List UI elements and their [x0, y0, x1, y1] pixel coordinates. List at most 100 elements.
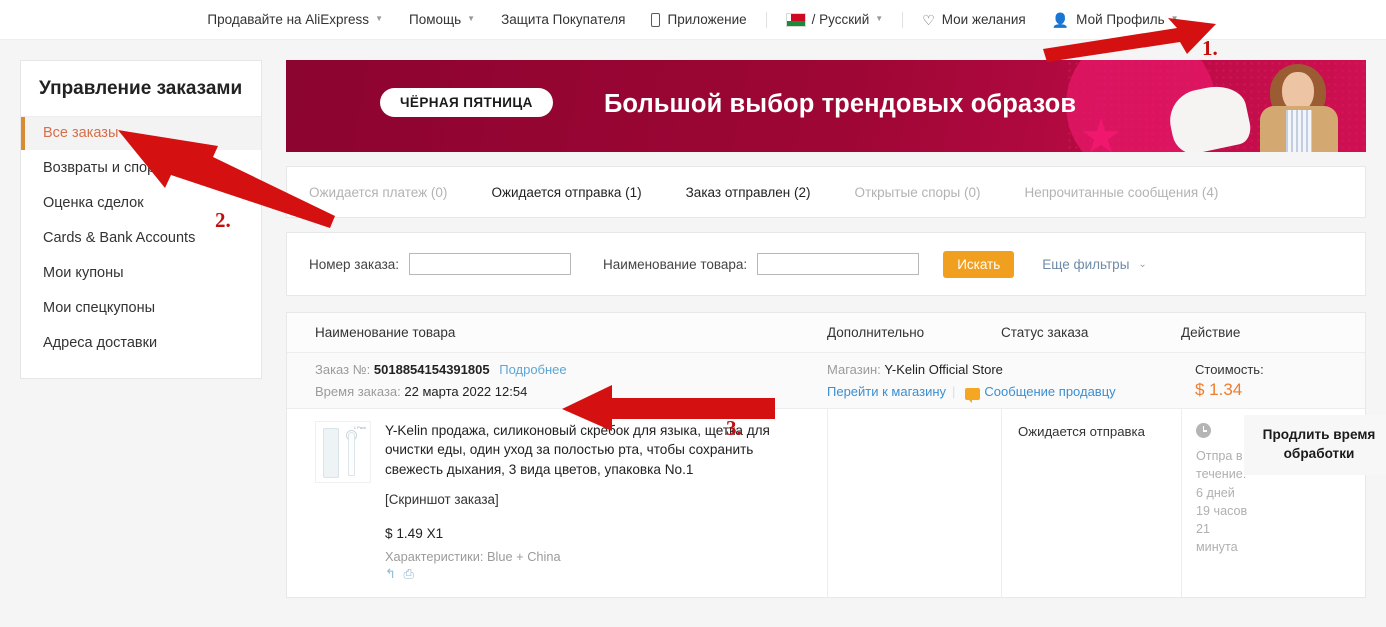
chevron-down-icon: ▼: [375, 14, 383, 23]
order-details-link[interactable]: Подробнее: [499, 362, 566, 377]
sidebar-item-label: Оценка сделок: [43, 195, 144, 211]
order-status-cell: Ожидается отправка: [1001, 409, 1181, 598]
product-price-qty: $ 1.49 X1: [385, 526, 807, 541]
column-header-action: Действие: [1181, 325, 1365, 340]
store-actions: Перейти к магазину | Сообщение продавцу: [827, 384, 1181, 399]
sidebar-item-label: Мои купоны: [43, 265, 124, 281]
annotation-number-3: 3.: [726, 416, 742, 441]
product-name-input[interactable]: [757, 253, 919, 275]
person-icon: 👤: [1052, 13, 1069, 27]
message-icon: [965, 388, 980, 400]
ship-within-text: Отпра в течение: 6 дней 19 часов 21 мину…: [1196, 447, 1248, 557]
nav-help[interactable]: Помощь ▼: [396, 0, 488, 40]
sidebar-item-label: Все заказы: [43, 125, 118, 141]
order-screenshot-note: [Скриншот заказа]: [385, 492, 807, 507]
chevron-down-icon: ▼: [467, 14, 475, 23]
top-navigation-bar: Продавайте на AliExpress ▼ Помощь ▼ Защи…: [0, 0, 1386, 40]
store-name: Y-Kelin Official Store: [884, 362, 1003, 377]
nav-label: Защита Покупателя: [501, 12, 625, 27]
search-button[interactable]: Искать: [943, 251, 1014, 278]
sidebar-item-my-seller-coupons[interactable]: Мои спецкупоны: [21, 292, 261, 325]
nav-label: Продавайте на AliExpress: [207, 12, 369, 27]
banner-model-image: [1252, 60, 1344, 152]
go-to-store-link[interactable]: Перейти к магазину: [827, 384, 946, 399]
order-time-value: 22 марта 2022 12:54: [404, 384, 527, 399]
more-filters-toggle[interactable]: Еще фильтры ⌄: [1042, 257, 1147, 272]
nav-label: Мой Профиль: [1076, 12, 1164, 27]
nav-my-profile[interactable]: 👤 Мой Профиль ▼: [1039, 0, 1192, 40]
clock-icon: [1196, 423, 1211, 438]
product-action-icons[interactable]: ↰ ⎙: [385, 566, 807, 582]
thumbnail-label: 1 Pack: [354, 425, 366, 430]
nav-divider: [766, 12, 767, 28]
nav-label: / Русский: [812, 12, 870, 27]
order-number-value: 5018854154391805: [374, 362, 490, 377]
sidebar-title: Управление заказами: [21, 61, 261, 106]
nav-buyer-protection[interactable]: Защита Покупателя: [488, 0, 638, 40]
order-time-line: Время заказа: 22 марта 2022 12:54: [315, 384, 827, 399]
product-name-label: Наименование товара:: [603, 257, 747, 272]
order-number-label: Номер заказа:: [309, 257, 399, 272]
order-meta-row: Заказ №: 5018854154391805 Подробнее Врем…: [287, 353, 1365, 409]
product-title[interactable]: Y-Kelin продажа, силиконовый скребок для…: [385, 421, 807, 479]
sidebar-item-label: Cards & Bank Accounts: [43, 230, 195, 246]
order-time-label: Время заказа:: [315, 384, 401, 399]
order-number-line: Заказ №: 5018854154391805 Подробнее: [315, 362, 827, 377]
column-header-product: Наименование товара: [287, 325, 827, 340]
extra-cell: [827, 409, 1001, 598]
sidebar-item-label: Возвраты и споры: [43, 160, 166, 176]
order-number-label: Заказ №:: [315, 362, 370, 377]
nav-divider: [902, 12, 903, 28]
nav-language-selector[interactable]: / Русский ▼: [773, 0, 897, 40]
black-friday-badge: ЧЁРНАЯ ПЯТНИЦА: [380, 88, 553, 117]
store-line: Магазин: Y-Kelin Official Store: [827, 362, 1181, 377]
banner-headline: Большой выбор трендовых образов: [604, 90, 1076, 119]
filter-bar: Номер заказа: Наименование товара: Искат…: [286, 232, 1366, 296]
extend-processing-time-button[interactable]: Продлить время обработки: [1244, 415, 1386, 475]
nav-wishlist[interactable]: ♡ Мои желания: [909, 0, 1039, 40]
product-thumbnail[interactable]: 1 Pack: [315, 421, 371, 483]
order-body-row: 1 Pack Y-Kelin продажа, силиконовый скре…: [287, 409, 1365, 598]
more-filters-label: Еще фильтры: [1042, 257, 1129, 272]
chevron-down-icon: ▼: [875, 14, 883, 23]
column-header-extra: Дополнительно: [827, 325, 1001, 340]
heart-icon: ♡: [922, 13, 935, 27]
nav-sell-on-aliexpress[interactable]: Продавайте на AliExpress ▼: [194, 0, 396, 40]
tab-open-disputes[interactable]: Открытые споры (0): [833, 185, 1003, 200]
nav-label: Помощь: [409, 12, 461, 27]
chevron-down-icon: ▼: [1171, 14, 1179, 23]
phone-icon: [651, 13, 660, 27]
promo-banner[interactable]: ЧЁРНАЯ ПЯТНИЦА Большой выбор трендовых о…: [286, 60, 1366, 152]
sidebar-item-label: Мои спецкупоны: [43, 300, 155, 316]
tab-unread-messages[interactable]: Непрочитанные сообщения (4): [1002, 185, 1240, 200]
order-number-input[interactable]: [409, 253, 571, 275]
sidebar-item-shipping-addresses[interactable]: Адреса доставки: [21, 327, 261, 360]
sidebar-item-label: Адреса доставки: [43, 335, 157, 351]
flag-belarus-icon: [786, 13, 806, 27]
table-header-row: Наименование товара Дополнительно Статус…: [287, 313, 1365, 353]
tab-awaiting-shipment[interactable]: Ожидается отправка (1): [469, 185, 663, 200]
column-header-status: Статус заказа: [1001, 325, 1181, 340]
tab-awaiting-payment[interactable]: Ожидается платеж (0): [287, 185, 469, 200]
main-content: ЧЁРНАЯ ПЯТНИЦА Большой выбор трендовых о…: [286, 60, 1366, 598]
nav-label: Приложение: [667, 12, 746, 27]
product-attributes: Характеристики: Blue + China: [385, 549, 807, 564]
cost-value: $ 1.34: [1195, 380, 1365, 400]
chevron-down-icon: ⌄: [1138, 259, 1146, 270]
orders-table: Наименование товара Дополнительно Статус…: [286, 312, 1366, 598]
sidebar-item-my-coupons[interactable]: Мои купоны: [21, 257, 261, 290]
cost-label: Стоимость:: [1195, 362, 1365, 377]
product-cell: 1 Pack Y-Kelin продажа, силиконовый скре…: [287, 409, 827, 598]
message-seller-link[interactable]: Сообщение продавцу: [984, 384, 1115, 399]
store-label: Магазин:: [827, 362, 881, 377]
order-status-tabs: Ожидается платеж (0) Ожидается отправка …: [286, 166, 1366, 218]
tab-order-shipped[interactable]: Заказ отправлен (2): [664, 185, 833, 200]
nav-app[interactable]: Приложение: [638, 0, 759, 40]
sidebar-item-all-orders[interactable]: Все заказы: [21, 117, 261, 150]
nav-label: Мои желания: [942, 12, 1026, 27]
annotation-number-2: 2.: [215, 208, 231, 233]
annotation-number-1: 1.: [1202, 36, 1218, 61]
sidebar-item-returns-disputes[interactable]: Возвраты и споры: [21, 152, 261, 185]
divider: |: [952, 384, 955, 399]
order-action-cell: Отпра в течение: 6 дней 19 часов 21 мину…: [1181, 409, 1365, 598]
